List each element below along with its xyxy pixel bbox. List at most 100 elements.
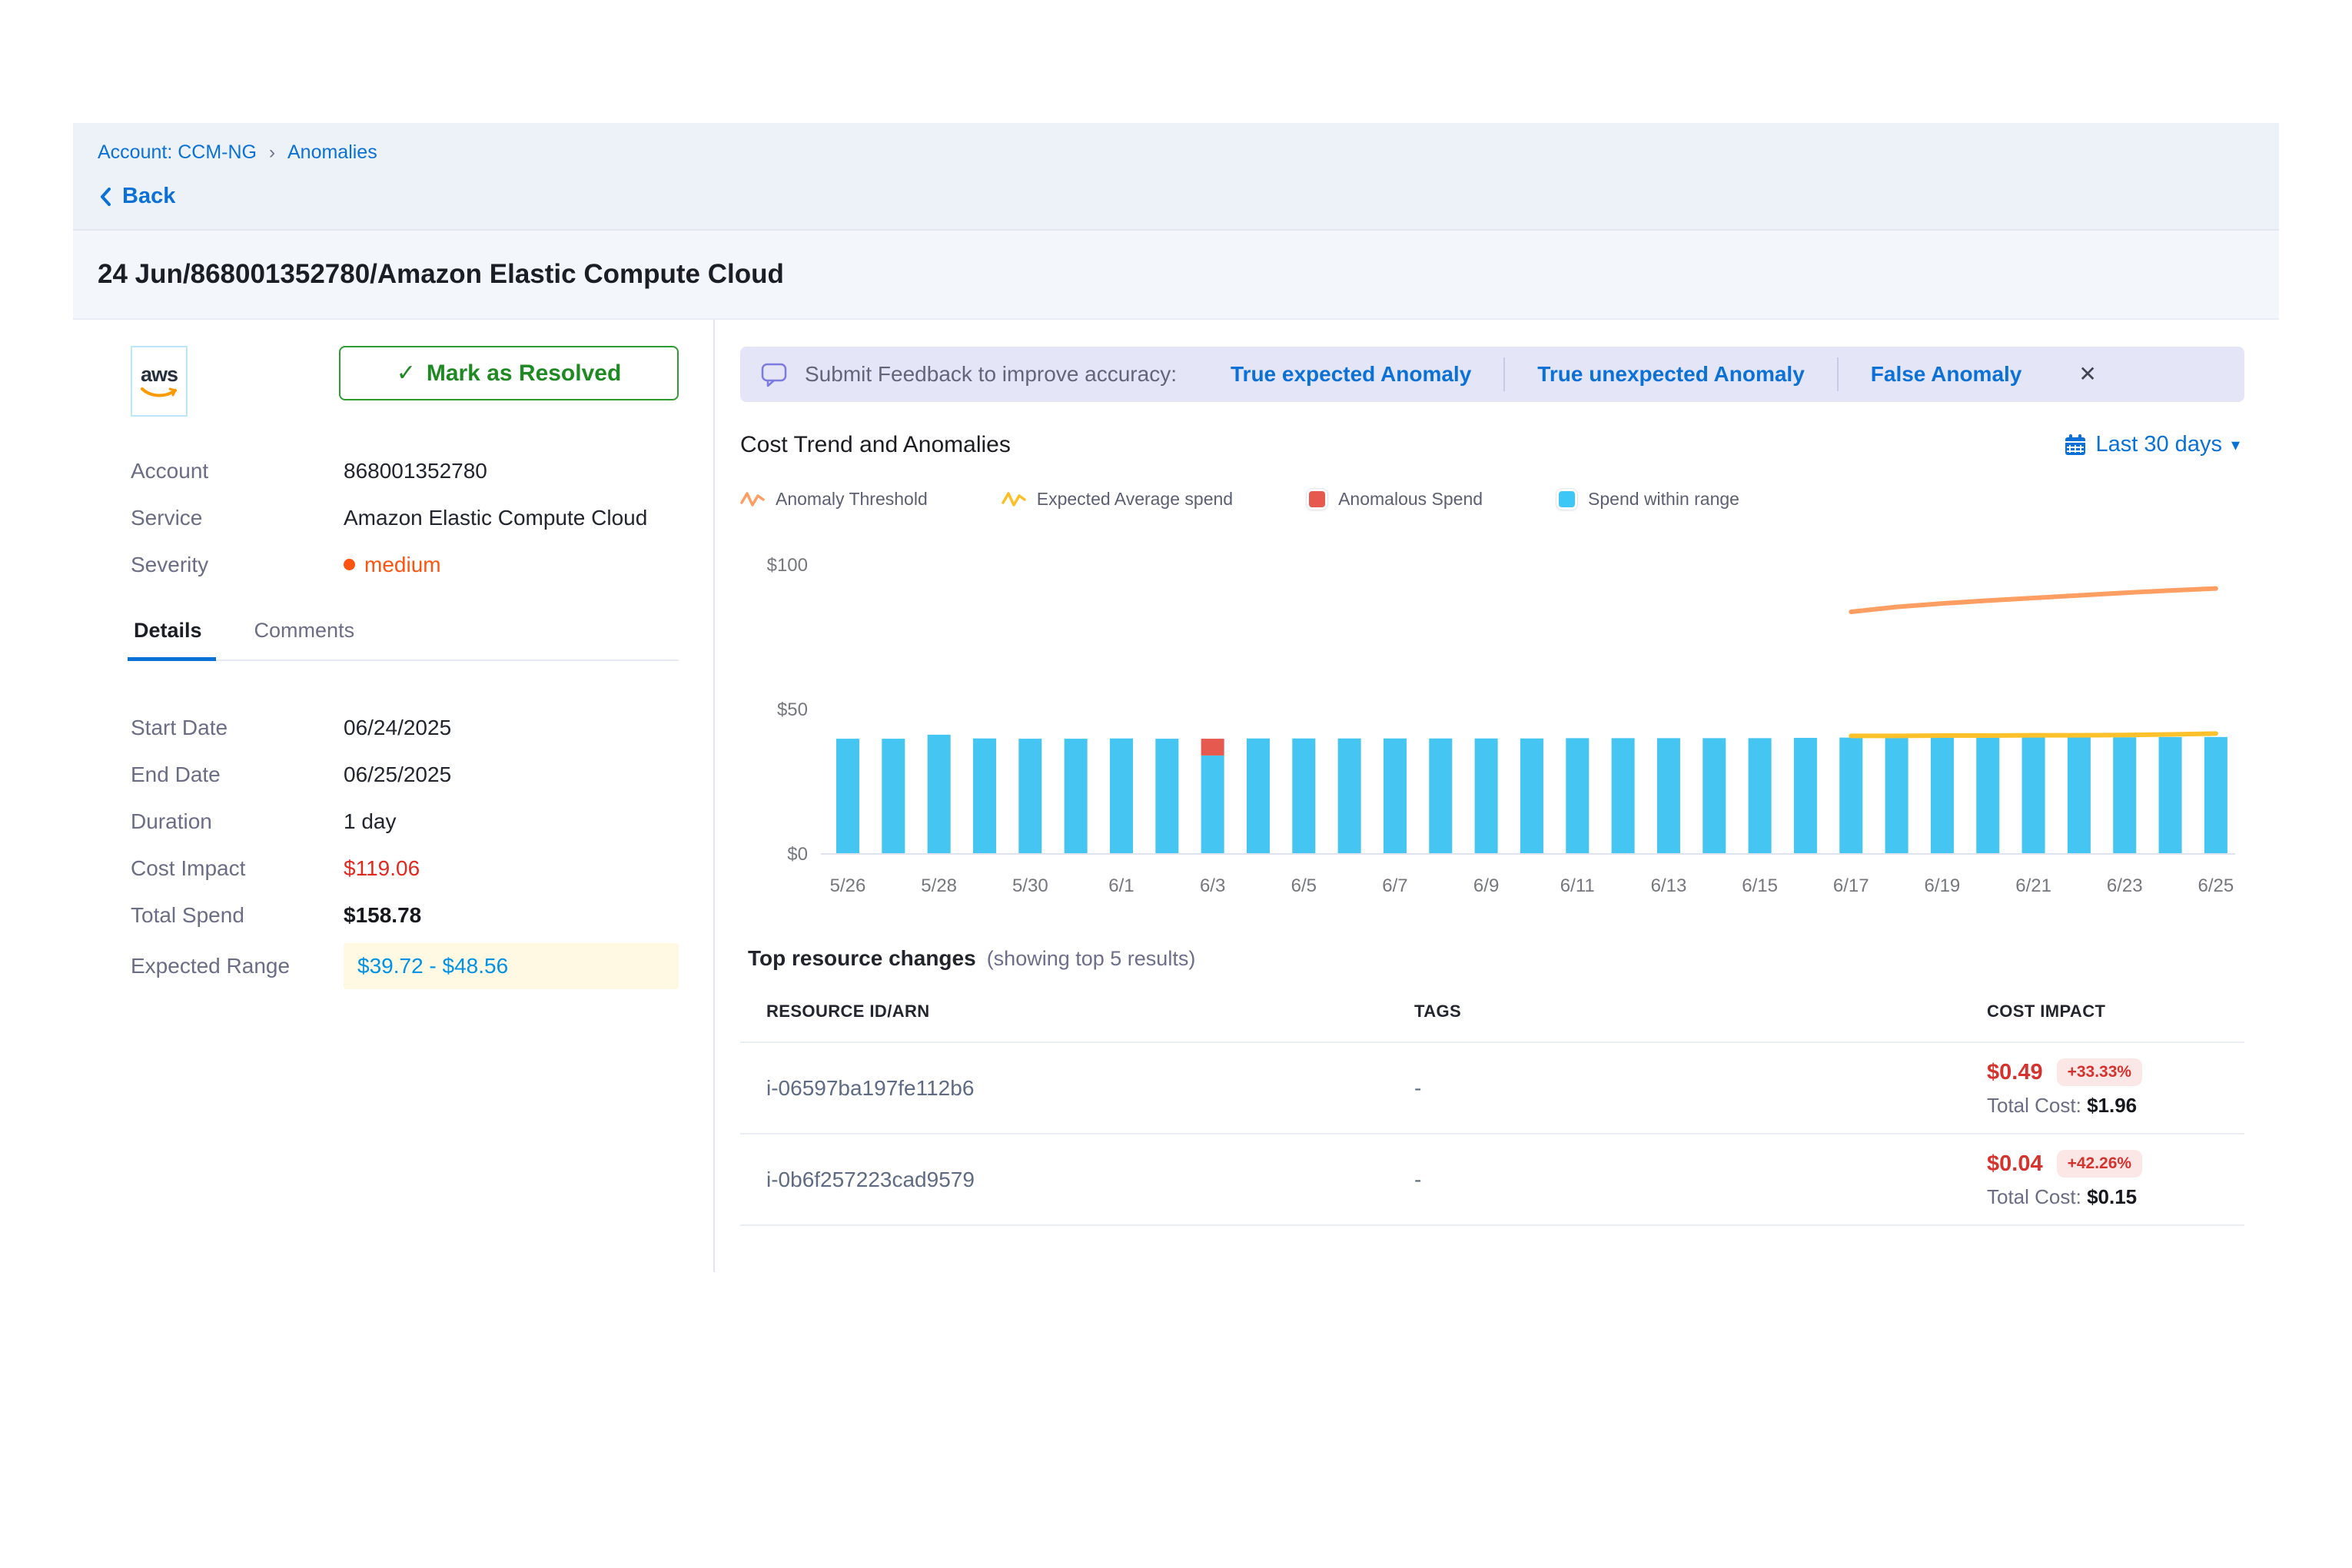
- feedback-close-button[interactable]: ✕: [2074, 363, 2101, 386]
- svg-text:$100: $100: [767, 555, 808, 576]
- table-row: i-06597ba197fe112b6 - $0.49 +33.33% Tota…: [740, 1041, 2244, 1133]
- svg-text:6/25: 6/25: [2198, 875, 2234, 896]
- expected-range-label: Expected Range: [131, 954, 344, 978]
- svg-text:6/7: 6/7: [1382, 875, 1407, 896]
- time-range-dropdown[interactable]: Last 30 days ▾: [2059, 431, 2245, 458]
- svg-text:6/21: 6/21: [2015, 875, 2051, 896]
- svg-text:5/28: 5/28: [921, 875, 957, 896]
- resource-cost-impact-cell: $0.49 +33.33% Total Cost: $1.96: [1987, 1058, 2244, 1118]
- duration-value: 1 day: [344, 809, 397, 834]
- severity-badge: medium: [344, 553, 441, 577]
- account-label: Account: [131, 459, 344, 483]
- svg-text:6/17: 6/17: [1833, 875, 1869, 896]
- account-row: Account 868001352780: [131, 447, 679, 494]
- svg-text:6/15: 6/15: [1742, 875, 1778, 896]
- chart-title: Cost Trend and Anomalies: [740, 432, 1011, 458]
- tab-details[interactable]: Details: [131, 619, 205, 659]
- resources-title-row: Top resource changes (showing top 5 resu…: [740, 946, 2244, 971]
- svg-text:$50: $50: [777, 699, 808, 720]
- anomaly-detail-card: Account: CCM-NG › Anomalies Back 24 Jun/…: [73, 123, 2279, 1272]
- feedback-true-expected-button[interactable]: True expected Anomaly: [1198, 357, 1503, 391]
- legend-label: Expected Average spend: [1037, 489, 1233, 510]
- back-label: Back: [122, 184, 175, 209]
- start-date-label: Start Date: [131, 716, 344, 740]
- chevron-right-icon: ›: [269, 142, 275, 164]
- feedback-true-unexpected-button[interactable]: True unexpected Anomaly: [1503, 357, 1839, 391]
- breadcrumb: Account: CCM-NG › Anomalies: [98, 141, 2254, 164]
- total-cost-label: Total Cost:: [1987, 1185, 2081, 1208]
- account-value: 868001352780: [344, 459, 487, 483]
- close-icon: ✕: [2078, 362, 2096, 386]
- total-spend-row: Total Spend $158.78: [131, 892, 679, 938]
- impact-percent-badge: +42.26%: [2057, 1150, 2143, 1178]
- breadcrumb-account-link[interactable]: Account: CCM-NG: [98, 141, 257, 164]
- back-button[interactable]: Back: [98, 184, 2254, 209]
- aws-smile-icon: [141, 387, 178, 399]
- calendar-icon: [2064, 434, 2087, 457]
- start-date-value: 06/24/2025: [344, 716, 451, 740]
- feedback-bubble-icon: [760, 360, 788, 388]
- impact-percent-badge: +33.33%: [2057, 1058, 2143, 1086]
- resource-tags: -: [1414, 1168, 1987, 1192]
- expected-range-row: Expected Range $39.72 - $48.56: [131, 938, 679, 994]
- svg-text:6/19: 6/19: [1925, 875, 1961, 896]
- severity-label: Severity: [131, 553, 344, 577]
- svg-text:6/23: 6/23: [2107, 875, 2143, 896]
- caret-down-icon: ▾: [2231, 435, 2240, 455]
- total-cost-value: $1.96: [2087, 1094, 2137, 1117]
- svg-text:5/26: 5/26: [830, 875, 866, 896]
- svg-text:5/30: 5/30: [1012, 875, 1048, 896]
- svg-text:6/11: 6/11: [1560, 875, 1595, 896]
- aws-logo-text: aws: [141, 364, 178, 385]
- legend-label: Anomaly Threshold: [776, 489, 928, 510]
- cost-impact-label: Cost Impact: [131, 856, 344, 881]
- resources-subtitle: (showing top 5 results): [987, 947, 1196, 971]
- resources-title: Top resource changes: [748, 946, 976, 971]
- svg-text:$0: $0: [787, 844, 808, 865]
- check-icon: ✓: [397, 360, 416, 387]
- page-title: 24 Jun/868001352780/Amazon Elastic Compu…: [98, 259, 784, 290]
- duration-label: Duration: [131, 809, 344, 834]
- chart-header: Cost Trend and Anomalies Last 30 days ▾: [740, 431, 2244, 458]
- service-label: Service: [131, 506, 344, 530]
- svg-text:6/3: 6/3: [1200, 875, 1225, 896]
- cost-impact-row: Cost Impact $119.06: [131, 845, 679, 892]
- legend-anomalous-spend: Anomalous Spend: [1307, 489, 1483, 510]
- end-date-value: 06/25/2025: [344, 762, 451, 787]
- resolve-label: Mark as Resolved: [427, 360, 621, 387]
- impact-value: $0.49: [1987, 1060, 2043, 1085]
- anomalous-spend-swatch-icon: [1307, 489, 1327, 510]
- feedback-banner: Submit Feedback to improve accuracy: Tru…: [740, 347, 2244, 402]
- resource-id: i-06597ba197fe112b6: [766, 1076, 1414, 1101]
- threshold-line-icon: [740, 490, 765, 510]
- total-spend-value: $158.78: [344, 903, 421, 928]
- legend-spend-within-range: Spend within range: [1556, 489, 1739, 510]
- feedback-false-anomaly-button[interactable]: False Anomaly: [1839, 357, 2055, 391]
- spend-within-range-swatch-icon: [1556, 489, 1577, 510]
- panel-tabs: Details Comments: [131, 619, 679, 661]
- tab-comments[interactable]: Comments: [251, 619, 358, 659]
- expected-range-value: $39.72 - $48.56: [344, 943, 679, 989]
- column-header-resource-id: Resource ID/ARN: [766, 1002, 1414, 1022]
- column-header-cost-impact: Cost Impact: [1987, 1002, 2244, 1022]
- mark-as-resolved-button[interactable]: ✓ Mark as Resolved: [339, 346, 679, 400]
- legend-label: Anomalous Spend: [1338, 489, 1483, 510]
- svg-text:6/1: 6/1: [1108, 875, 1134, 896]
- total-spend-label: Total Spend: [131, 903, 344, 928]
- total-cost-label: Total Cost:: [1987, 1094, 2081, 1117]
- time-range-label: Last 30 days: [2096, 432, 2222, 457]
- cost-trend-chart: $100$50$05/265/285/306/16/36/56/76/96/11…: [740, 520, 2244, 912]
- title-section: 24 Jun/868001352780/Amazon Elastic Compu…: [73, 231, 2279, 320]
- svg-text:6/5: 6/5: [1291, 875, 1317, 896]
- total-cost-value: $0.15: [2087, 1185, 2137, 1208]
- legend-label: Spend within range: [1588, 489, 1739, 510]
- table-row: i-0b6f257223cad9579 - $0.04 +42.26% Tota…: [740, 1133, 2244, 1226]
- resources-table-header: Resource ID/ARN Tags Cost Impact: [740, 1002, 2244, 1041]
- service-row: Service Amazon Elastic Compute Cloud: [131, 494, 679, 541]
- severity-row: Severity medium: [131, 541, 679, 588]
- svg-text:6/13: 6/13: [1651, 875, 1687, 896]
- duration-row: Duration 1 day: [131, 798, 679, 845]
- main-panel: Submit Feedback to improve accuracy: Tru…: [715, 320, 2279, 1272]
- cost-impact-value: $119.06: [344, 856, 420, 881]
- breadcrumb-anomalies-link[interactable]: Anomalies: [287, 141, 377, 164]
